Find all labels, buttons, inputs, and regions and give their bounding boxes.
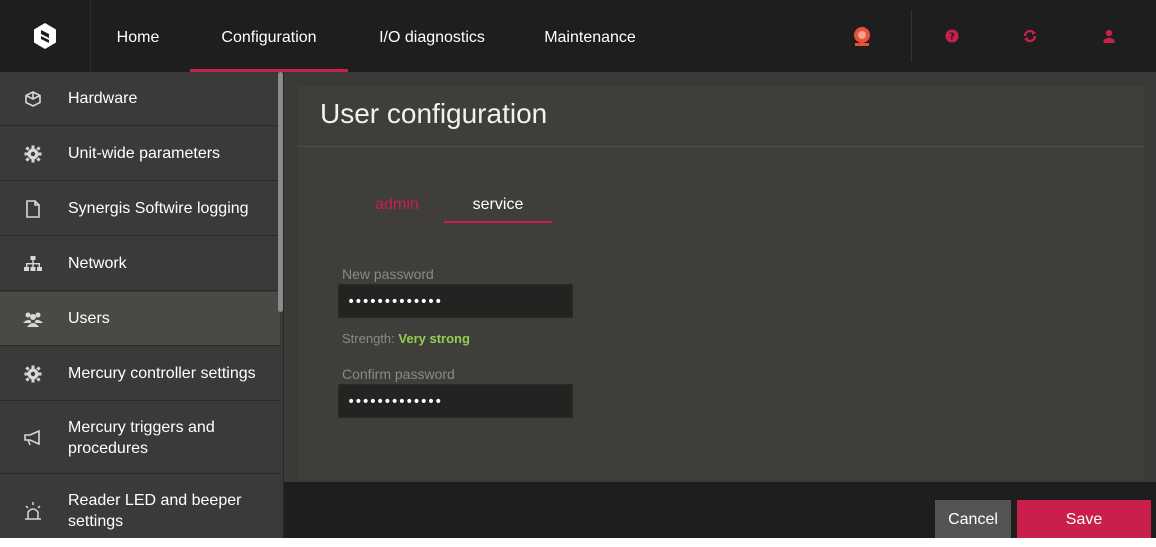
tab-maintenance-label: Maintenance (544, 29, 636, 46)
strength-value: Very strong (398, 331, 470, 346)
users-icon (22, 308, 44, 330)
page-title: User configuration (320, 98, 548, 129)
sidebar-item-users[interactable]: Users (0, 292, 280, 346)
document-icon (22, 198, 44, 220)
tab-home-label: Home (116, 29, 160, 46)
tab-io-diagnostics-label: I/O diagnostics (379, 29, 485, 46)
megaphone-icon (22, 427, 44, 449)
tab-maintenance[interactable]: Maintenance (530, 0, 650, 72)
tab-configuration-label: Configuration (221, 29, 317, 46)
refresh-icon[interactable] (1020, 26, 1040, 46)
sidebar-item-network[interactable]: Network (0, 237, 280, 291)
sidebar-item-mercury-triggers[interactable]: Mercury triggers and procedures (0, 402, 280, 474)
cancel-button[interactable]: Cancel (935, 500, 1011, 538)
network-icon (22, 253, 44, 275)
svg-text:?: ? (949, 32, 955, 43)
user-icon[interactable] (1099, 26, 1119, 46)
gear-icon (22, 363, 44, 385)
sidebar-item-mercury-controller-settings[interactable]: Mercury controller settings (0, 347, 280, 401)
confirm-password-label: Confirm password (342, 366, 455, 382)
new-password-input[interactable]: ••••••••••••• (338, 284, 573, 318)
sidebar-item-label: Unit-wide parameters (68, 145, 221, 162)
sidebar-item-reader-led-beeper[interactable]: Reader LED and beeper settings (0, 475, 280, 547)
help-icon[interactable]: ? (942, 26, 962, 46)
tab-user-admin[interactable]: admin (366, 196, 428, 214)
app-window: Home Configuration I/O diagnostics Maint… (0, 0, 1156, 538)
sidebar-item-label: Mercury controller settings (68, 365, 256, 382)
sidebar-item-label: Reader LED and beeper settings (68, 492, 242, 530)
sidebar-item-label: Users (68, 310, 110, 327)
gear-icon (22, 143, 44, 165)
tab-user-service-label: service (472, 196, 524, 213)
sidebar-item-label: Mercury triggers and procedures (68, 418, 215, 457)
tab-io-diagnostics[interactable]: I/O diagnostics (362, 0, 502, 72)
title-divider (298, 146, 1144, 147)
sidebar-item-softwire-logging[interactable]: Synergis Softwire logging (0, 182, 280, 236)
sidebar-item-hardware[interactable]: Hardware (0, 72, 280, 126)
new-password-label: New password (342, 266, 434, 282)
sidebar: Hardware Unit-wide parameters Synergis S… (0, 72, 280, 538)
sidebar-item-unit-wide-parameters[interactable]: Unit-wide parameters (0, 127, 280, 181)
top-divider (911, 10, 912, 62)
sidebar-item-label: Synergis Softwire logging (68, 200, 249, 217)
sidebar-item-label: Hardware (68, 90, 138, 107)
confirm-password-input[interactable]: ••••••••••••• (338, 384, 573, 418)
strength-prefix: Strength: (342, 331, 395, 346)
tab-user-admin-label: admin (375, 196, 419, 213)
sidebar-item-label: Network (68, 255, 127, 272)
top-nav-bar: Home Configuration I/O diagnostics Maint… (0, 0, 1156, 72)
tab-configuration[interactable]: Configuration (190, 0, 348, 72)
alarm-light-icon (22, 500, 44, 522)
tab-user-service[interactable]: service (444, 196, 552, 223)
logo-icon (34, 23, 56, 49)
alarm-bell-icon[interactable] (850, 24, 874, 48)
cube-icon (22, 88, 44, 110)
password-strength: Strength: Very strong (342, 331, 470, 346)
save-button[interactable]: Save (1017, 500, 1151, 538)
genetec-logo[interactable] (0, 0, 91, 72)
tab-home[interactable]: Home (100, 0, 176, 72)
